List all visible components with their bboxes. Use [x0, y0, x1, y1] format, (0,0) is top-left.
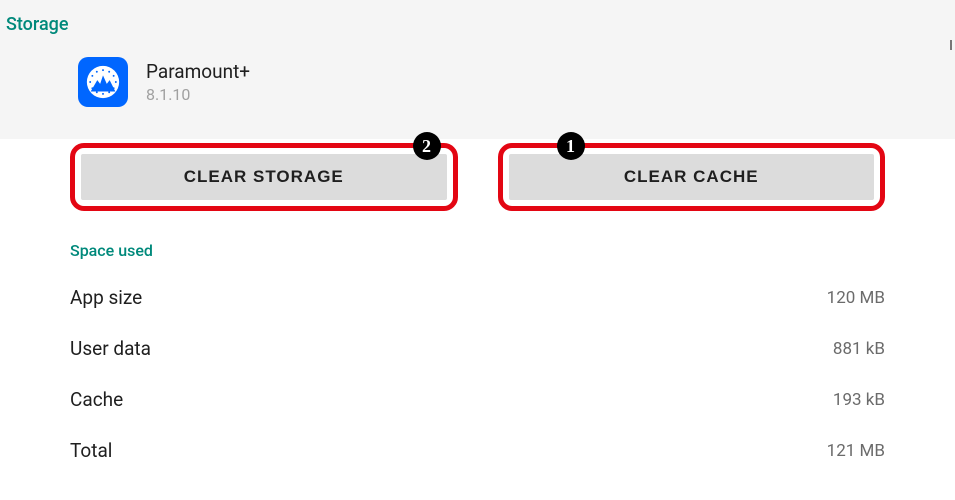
app-version: 8.1.10	[146, 85, 250, 104]
clear-storage-button[interactable]: CLEAR STORAGE	[81, 154, 447, 200]
space-used-heading: Space used	[70, 241, 885, 260]
user-data-row: User data 881 kB	[70, 323, 885, 374]
app-size-row: App size 120 MB	[70, 272, 885, 323]
annotation-badge-2: 2	[413, 132, 441, 160]
stat-value: 193 kB	[833, 390, 885, 410]
cache-row: Cache 193 kB	[70, 374, 885, 425]
stat-label: App size	[70, 286, 142, 309]
stat-value: 881 kB	[833, 339, 885, 359]
clear-storage-highlight: 2 CLEAR STORAGE	[70, 143, 458, 211]
page-title: Storage	[0, 0, 955, 39]
paramount-plus-app-icon	[78, 57, 128, 107]
clear-cache-button[interactable]: CLEAR CACHE	[509, 154, 875, 200]
stat-value: 121 MB	[827, 441, 885, 461]
paramount-mountain-icon	[84, 63, 122, 101]
stat-value: 120 MB	[827, 288, 885, 308]
total-row: Total 121 MB	[70, 425, 885, 476]
annotation-badge-1: 1	[557, 132, 585, 160]
stat-label: User data	[70, 337, 151, 360]
scroll-indicator	[950, 40, 952, 50]
clear-cache-highlight: 1 CLEAR CACHE	[498, 143, 886, 211]
stat-label: Cache	[70, 388, 123, 411]
app-header-row: Paramount+ 8.1.10	[0, 39, 955, 107]
app-name: Paramount+	[146, 60, 250, 83]
stat-label: Total	[70, 439, 112, 462]
